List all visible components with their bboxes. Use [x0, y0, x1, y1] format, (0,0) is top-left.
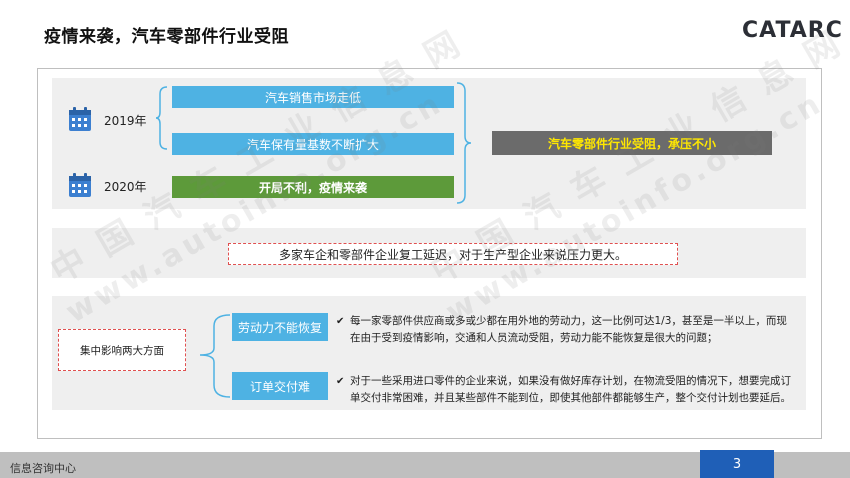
labor-description: 每一家零部件供应商或多或少都在用外地的劳动力，这一比例可达1/3，甚至是一半以上… — [350, 313, 800, 347]
footer-org: 信息咨询中心 — [10, 462, 76, 475]
check-icon: ✔ — [336, 316, 345, 327]
year-2020: 2020年 — [104, 180, 147, 194]
bracket-2019 — [155, 86, 168, 150]
middle-statement: 多家车企和零部件企业复工延迟，对于生产型企业来说压力更大。 — [228, 243, 678, 265]
delivery-desc-line-2: 单交付非常困难，并且某些部件不能到位，即使其他部件都能够生产，整个交付计划也要延… — [350, 392, 791, 404]
calendar-icon — [69, 173, 91, 197]
delivery-desc-line-1: 对于一些采用进口零件的企业来说，如果没有做好库存计划，在物流受阻的情况下，想要完… — [350, 375, 791, 387]
calendar-icon — [69, 107, 91, 131]
labor-desc-line-2: 在由于受到疫情影响，交通和人员流动受阻，劳动力能不能恢复是很大的问题； — [350, 332, 718, 344]
page-number: 3 — [700, 450, 774, 478]
slide-title: 疫情来袭，汽车零部件行业受阻 — [44, 27, 289, 47]
check-icon: ✔ — [336, 376, 345, 387]
year-2019: 2019年 — [104, 114, 147, 128]
tag-labor: 劳动力不能恢复 — [232, 313, 328, 341]
bar-sales-decline: 汽车销售市场走低 — [172, 86, 454, 108]
bar-bad-start: 开局不利，疫情来袭 — [172, 176, 454, 198]
catarc-logo: CATARC — [742, 18, 843, 43]
tag-delivery: 订单交付难 — [232, 372, 328, 400]
delivery-description: 对于一些采用进口零件的企业来说，如果没有做好库存计划，在物流受阻的情况下，想要完… — [350, 373, 800, 407]
bar-industry-blocked: 汽车零部件行业受阻，承压不小 — [492, 131, 772, 155]
bar-ownership-growth: 汽车保有量基数不断扩大 — [172, 133, 454, 155]
bracket-result — [456, 82, 472, 204]
bracket-impact — [199, 314, 231, 398]
impact-label: 集中影响两大方面 — [58, 329, 186, 371]
labor-desc-line-1: 每一家零部件供应商或多或少都在用外地的劳动力，这一比例可达1/3，甚至是一半以上… — [350, 315, 787, 327]
